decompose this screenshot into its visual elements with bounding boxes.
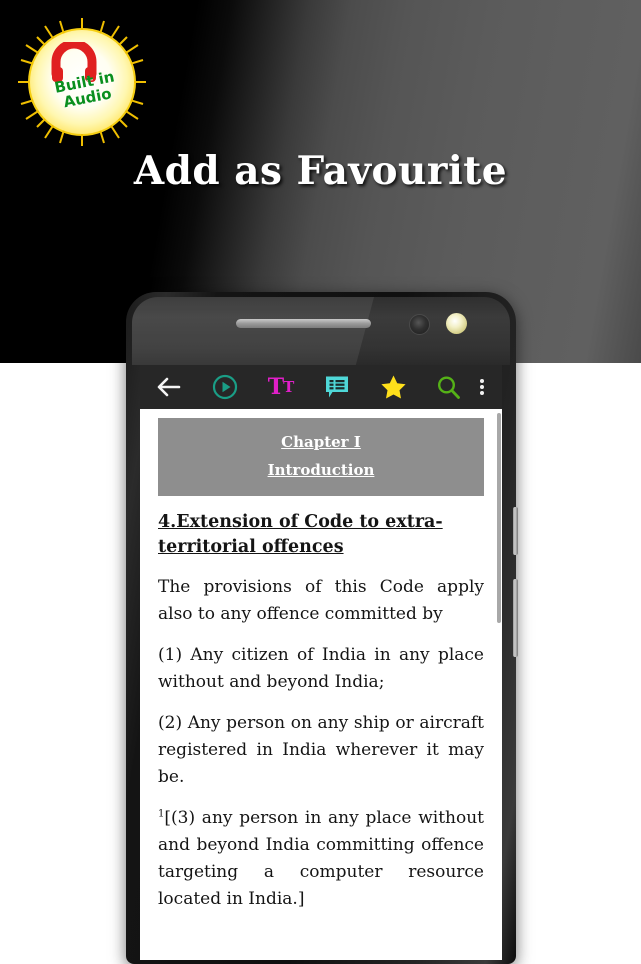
document-page: Chapter I Introduction 4.Extension of Co… bbox=[150, 418, 492, 960]
power-button[interactable] bbox=[513, 579, 518, 657]
chapter-header-block: Chapter I Introduction bbox=[158, 418, 484, 496]
phone-device: T T Chapter I Introduction 4.Extension o… bbox=[126, 292, 518, 964]
document-paragraph-text: [(3) any person in any place without and… bbox=[158, 808, 484, 909]
volume-button[interactable] bbox=[513, 507, 518, 555]
chapter-title: Chapter I bbox=[281, 433, 361, 451]
document-paragraph-footnoted: 1[(3) any person in any place without an… bbox=[158, 805, 484, 913]
search-icon bbox=[437, 375, 460, 399]
document-paragraph: The provisions of this Code apply also t… bbox=[158, 577, 484, 624]
text-size-button[interactable]: T T bbox=[264, 370, 298, 404]
play-audio-button[interactable] bbox=[208, 370, 242, 404]
earpiece-speaker bbox=[236, 319, 371, 328]
text-size-big-t: T bbox=[267, 374, 285, 400]
section-heading: 4.Extension of Code to extra-territorial… bbox=[158, 512, 443, 557]
overflow-dots-icon bbox=[480, 378, 484, 396]
built-in-audio-badge: Built in Audio bbox=[12, 12, 152, 152]
proximity-sensor-icon bbox=[446, 313, 467, 334]
document-paragraph: (1) Any citizen of India in any place wi… bbox=[158, 645, 484, 692]
star-icon bbox=[380, 375, 406, 399]
play-circle-icon bbox=[212, 374, 238, 400]
chapter-subtitle: Introduction bbox=[267, 461, 375, 479]
favourite-button[interactable] bbox=[376, 370, 410, 404]
back-arrow-icon bbox=[157, 377, 181, 397]
document-viewport[interactable]: Chapter I Introduction 4.Extension of Co… bbox=[140, 409, 502, 960]
search-button[interactable] bbox=[432, 370, 464, 404]
app-screen: T T Chapter I Introduction 4.Extension o… bbox=[140, 365, 502, 960]
notes-button[interactable] bbox=[320, 370, 354, 404]
text-size-small-t: T bbox=[283, 378, 295, 396]
front-camera-icon bbox=[409, 314, 430, 335]
promo-headline: Add as Favourite bbox=[133, 148, 508, 194]
overflow-menu-button[interactable] bbox=[474, 370, 490, 404]
app-toolbar: T T bbox=[140, 365, 502, 409]
back-button[interactable] bbox=[152, 370, 186, 404]
document-scrollbar[interactable] bbox=[497, 413, 501, 623]
bezel-sheen bbox=[132, 297, 377, 365]
document-paragraph: (2) Any person on any ship or aircraft r… bbox=[158, 713, 484, 787]
notes-bubble-icon bbox=[326, 376, 348, 398]
